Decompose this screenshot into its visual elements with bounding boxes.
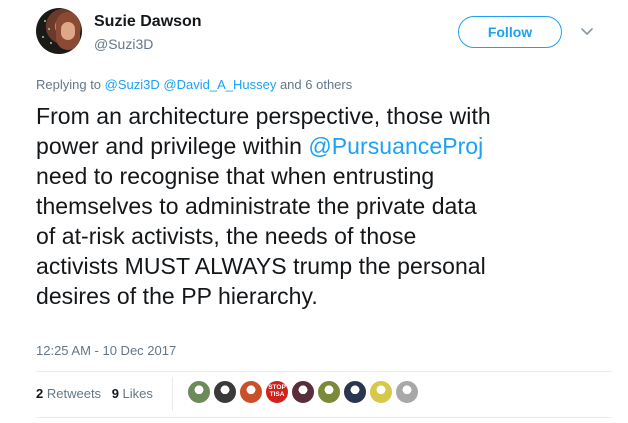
tweet-line: desires of the PP hierarchy.	[36, 283, 318, 309]
mention-link[interactable]: @PursuanceProj	[308, 133, 483, 159]
follow-button[interactable]: Follow	[458, 16, 562, 48]
author-avatar[interactable]	[36, 8, 82, 54]
tweet-text: From an architecture perspective, those …	[36, 101, 611, 311]
tweet-line: of at-risk activists, the needs of those	[36, 223, 417, 249]
reply-prefix: Replying to	[36, 77, 102, 92]
tweet-line: power and privilege within @PursuancePro…	[36, 133, 484, 159]
author-handle[interactable]: @Suzi3D	[94, 36, 153, 52]
divider	[36, 371, 612, 372]
tweet-card: Suzie Dawson @Suzi3D Follow Replying to …	[0, 0, 628, 423]
liker-avatar-9[interactable]	[395, 380, 419, 404]
engagement-stats: 2 Retweets 9 Likes	[36, 386, 153, 401]
likes-stat[interactable]: 9 Likes	[112, 386, 153, 401]
reply-context: Replying to @Suzi3D @David_A_Hussey and …	[36, 77, 352, 92]
reply-others[interactable]: and 6 others	[280, 77, 352, 92]
divider	[36, 417, 612, 418]
tweet-timestamp[interactable]: 12:25 AM - 10 Dec 2017	[36, 343, 176, 358]
liker-avatar-1[interactable]	[187, 380, 211, 404]
tweet-line: need to recognise that when entrusting	[36, 163, 435, 189]
liker-avatar-5[interactable]	[291, 380, 315, 404]
tweet-line: themselves to administrate the private d…	[36, 193, 477, 219]
reply-mention-2[interactable]: @David_A_Hussey	[163, 77, 276, 92]
liker-avatar-2[interactable]	[213, 380, 237, 404]
author-name[interactable]: Suzie Dawson	[94, 13, 202, 31]
liker-avatar-text: STOP TISA	[268, 384, 286, 398]
liker-avatar-7[interactable]	[343, 380, 367, 404]
tweet-line: activists MUST ALWAYS trump the personal	[36, 253, 486, 279]
tweet-line: From an architecture perspective, those …	[36, 103, 491, 129]
retweets-stat[interactable]: 2 Retweets	[36, 386, 101, 401]
stats-separator	[172, 377, 173, 411]
liker-avatar-stop-tisa[interactable]: STOP TISA	[265, 380, 289, 404]
reply-mention-1[interactable]: @Suzi3D	[105, 77, 160, 92]
liker-avatar-6[interactable]	[317, 380, 341, 404]
liker-avatar-8[interactable]	[369, 380, 393, 404]
chevron-down-icon[interactable]	[581, 27, 593, 37]
liker-avatar-3[interactable]	[239, 380, 263, 404]
